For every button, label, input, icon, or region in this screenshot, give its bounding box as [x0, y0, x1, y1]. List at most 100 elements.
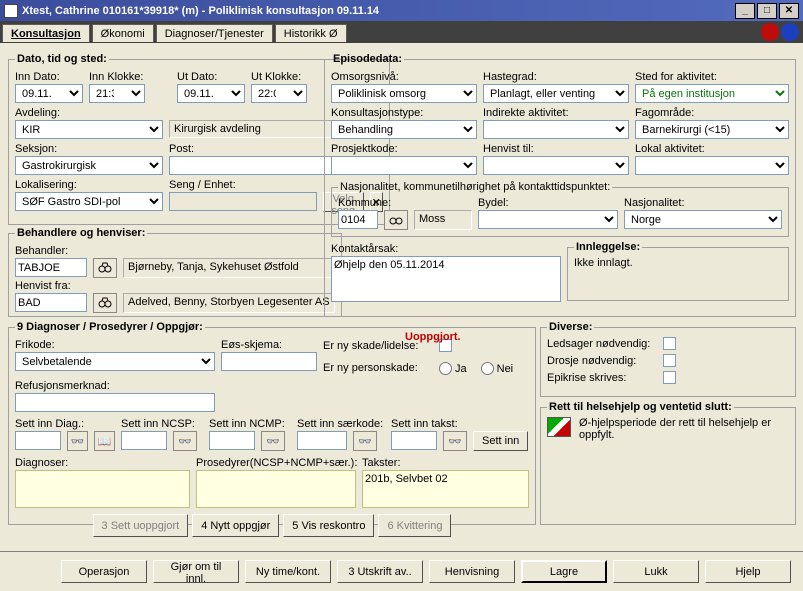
- refusjon-input[interactable]: [15, 393, 215, 412]
- takst-lookup-button[interactable]: 👓: [443, 431, 467, 451]
- ny-time-button[interactable]: Ny time/kont.: [245, 560, 331, 583]
- bydel-select[interactable]: [478, 210, 618, 229]
- haste-select[interactable]: Planlagt, eller venting ove: [483, 84, 629, 103]
- ncsp-lookup-button[interactable]: 👓: [173, 431, 197, 451]
- tab-historikk[interactable]: Historikk Ø: [275, 24, 347, 42]
- diag-book-button[interactable]: 📖: [94, 431, 115, 451]
- tab-konsultasjon[interactable]: Konsultasjon: [2, 24, 90, 42]
- label-eos: Eøs-skjema:: [221, 339, 317, 351]
- inn-klokke-select[interactable]: 21:36: [89, 84, 145, 103]
- ncmp-input[interactable]: [209, 431, 255, 450]
- omsorg-select[interactable]: Poliklinisk omsorg: [331, 84, 477, 103]
- frikode-select[interactable]: Selvbetalende: [15, 352, 215, 371]
- ncsp-input[interactable]: [121, 431, 167, 450]
- binoculars-icon: [98, 297, 112, 309]
- label-sted: Sted for aktivitet:: [635, 71, 789, 83]
- behandler-lookup-button[interactable]: [93, 258, 117, 278]
- fag-select[interactable]: Barnekirurgi (<15): [635, 120, 789, 139]
- indir-select[interactable]: [483, 120, 629, 139]
- sett-inn-button[interactable]: Sett inn: [473, 431, 528, 451]
- nasjon-select[interactable]: Norge: [624, 210, 782, 229]
- diag-lookup-button[interactable]: 👓: [67, 431, 88, 451]
- drosje-checkbox[interactable]: [663, 354, 676, 367]
- lokalisering-select[interactable]: SØF Gastro SDI-pol: [15, 192, 163, 211]
- epikrise-checkbox[interactable]: [663, 371, 676, 384]
- label-omsorg: Omsorgsnivå:: [331, 71, 477, 83]
- kommune-lookup-button[interactable]: [384, 210, 408, 230]
- close-window-button[interactable]: ✕: [779, 3, 799, 19]
- app-icon: [4, 4, 18, 18]
- behandler-input[interactable]: [15, 258, 87, 277]
- avdeling-select[interactable]: KIR: [15, 120, 163, 139]
- label-refusjon: Refusjonsmerknad:: [15, 380, 215, 392]
- label-proc: Prosedyrer(NCSP+NCMP+sær.):: [196, 457, 356, 469]
- nypers-ja-radio[interactable]: [439, 362, 452, 375]
- henvist-input[interactable]: [15, 293, 87, 312]
- lukk-button[interactable]: Lukk: [613, 560, 699, 583]
- label-inn-klokke: Inn Klokke:: [89, 71, 145, 83]
- kontakt-textarea[interactable]: Øhjelp den 05.11.2014: [331, 256, 561, 302]
- henvist-lookup-button[interactable]: [93, 293, 117, 313]
- ut-dato-select[interactable]: 09.11.14: [177, 84, 245, 103]
- label-kommune: Kommune:: [338, 197, 472, 209]
- label-konstype: Konsultasjonstype:: [331, 107, 477, 119]
- henvtil-select[interactable]: [483, 156, 629, 175]
- label-nasjon: Nasjonalitet:: [624, 197, 782, 209]
- legend-nasjonalitet: Nasjonalitet, kommunetilhørighet på kont…: [338, 181, 612, 193]
- label-takster: Takster:: [362, 457, 529, 469]
- behandler-desc: Bjørneby, Tanja, Sykehuset Østfold: [123, 258, 335, 278]
- legend-innl: Innleggelse:: [574, 241, 642, 253]
- nytt-oppgjor-button[interactable]: 4 Nytt oppgjør: [192, 514, 279, 537]
- label-lokalakt: Lokal aktivitet:: [635, 143, 789, 155]
- takster-box[interactable]: 201b, Selvbet 02: [362, 470, 529, 508]
- uoppgjort-label: Uoppgjort.: [405, 331, 461, 343]
- eos-input[interactable]: [221, 352, 317, 371]
- inn-dato-select[interactable]: 09.11.14: [15, 84, 83, 103]
- seksjon-select[interactable]: Gastrokirurgisk: [15, 156, 163, 175]
- konstype-select[interactable]: Behandling: [331, 120, 477, 139]
- status-icon-red[interactable]: [761, 23, 779, 41]
- label-seksjon: Seksjon:: [15, 143, 163, 155]
- label-haste: Hastegrad:: [483, 71, 629, 83]
- ncmp-lookup-button[interactable]: 👓: [261, 431, 285, 451]
- diagnoser-box[interactable]: [15, 470, 190, 508]
- lokalakt-select[interactable]: [635, 156, 789, 175]
- gjor-om-button[interactable]: Gjør om til innl.: [153, 560, 239, 583]
- kommune-name: Moss: [414, 210, 472, 230]
- saer-input[interactable]: [297, 431, 347, 450]
- tab-diagnoser[interactable]: Diagnoser/Tjenester: [156, 24, 273, 42]
- sted-select[interactable]: På egen institusjon: [635, 84, 789, 103]
- group-innleggelse: Innleggelse: Ikke innlagt.: [567, 241, 789, 301]
- label-setttakst: Sett inn takst:: [391, 418, 529, 430]
- bottom-toolbar: Operasjon Gjør om til innl. Ny time/kont…: [0, 551, 803, 591]
- label-kontakt: Kontaktårsak:: [331, 243, 561, 255]
- ut-klokke-select[interactable]: 22:06: [251, 84, 307, 103]
- kommune-code-input[interactable]: [338, 210, 378, 229]
- utskrift-button[interactable]: 3 Utskrift av..: [337, 560, 423, 583]
- takst-input[interactable]: [391, 431, 437, 450]
- tabstrip: Konsultasjon Økonomi Diagnoser/Tjenester…: [0, 21, 803, 43]
- minimize-button[interactable]: _: [735, 3, 755, 19]
- diag-code-input[interactable]: [15, 431, 61, 450]
- status-icon-blue[interactable]: [781, 23, 799, 41]
- nypers-nei-radio[interactable]: [481, 362, 494, 375]
- seng-input: [169, 192, 317, 211]
- operasjon-button[interactable]: Operasjon: [61, 560, 147, 583]
- binoculars-icon: [389, 214, 403, 226]
- prosedyrer-box[interactable]: [196, 470, 356, 508]
- hjelp-button[interactable]: Hjelp: [705, 560, 791, 583]
- group-behandlere: Behandlere og henviser: Behandler: Bjørn…: [8, 227, 342, 317]
- maximize-button[interactable]: □: [757, 3, 777, 19]
- label-epikrise: Epikrise skrives:: [547, 372, 657, 384]
- prosjekt-select[interactable]: [331, 156, 477, 175]
- tab-okonomi[interactable]: Økonomi: [92, 24, 154, 42]
- label-settncmp: Sett inn NCMP:: [209, 418, 291, 430]
- vis-reskontro-button[interactable]: 5 Vis reskontro: [283, 514, 374, 537]
- ledsager-checkbox[interactable]: [663, 337, 676, 350]
- label-diagnoser: Diagnoser:: [15, 457, 190, 469]
- lagre-button[interactable]: Lagre: [521, 560, 607, 583]
- saer-lookup-button[interactable]: 👓: [353, 431, 377, 451]
- group-diverse: Diverse: Ledsager nødvendig: Drosje nødv…: [540, 321, 796, 397]
- henvisning-button[interactable]: Henvisning: [429, 560, 515, 583]
- kvittering-button: 6 Kvittering: [378, 514, 451, 537]
